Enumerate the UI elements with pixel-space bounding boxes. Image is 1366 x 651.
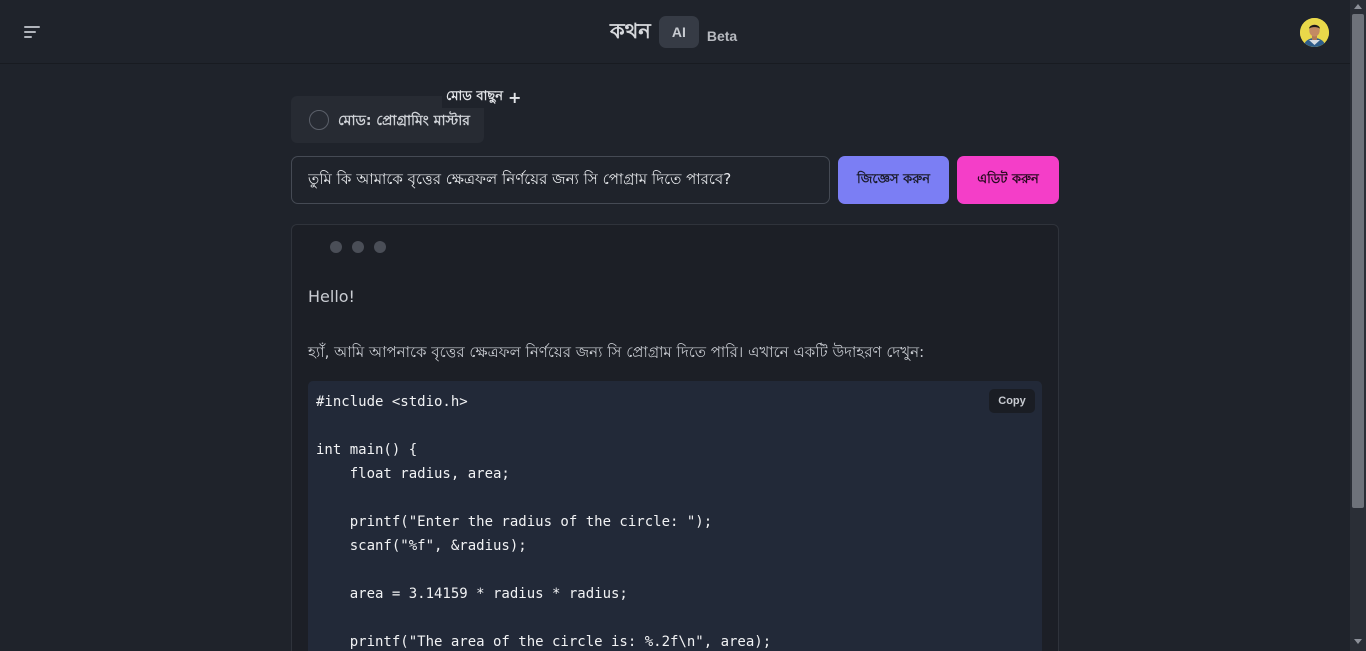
typing-dot [352,241,364,253]
hamburger-menu-icon[interactable] [24,24,40,40]
plus-icon: + [508,87,522,107]
scroll-thumb[interactable] [1352,14,1364,508]
choose-mode-button[interactable]: মোড বাছুন + [442,86,526,108]
response-greeting: Hello! [308,287,355,306]
code-block: #include <stdio.h> int main() { float ra… [308,381,1042,651]
code-content[interactable]: #include <stdio.h> int main() { float ra… [316,390,771,651]
question-input[interactable] [291,156,830,204]
response-intro: হ্যাঁ, আমি আপনাকে বৃত্তের ক্ষেত্রফল নির্… [308,343,925,361]
typing-dot [330,241,342,253]
brand-ai-badge: AI [658,16,699,48]
edit-button[interactable]: এডিট করুন [957,156,1059,204]
copy-button[interactable]: Copy [989,389,1035,413]
scroll-down-arrow-icon[interactable] [1354,639,1362,644]
typing-dot [374,241,386,253]
radio-circle-icon[interactable] [309,110,329,130]
user-avatar[interactable] [1300,18,1329,47]
brand-name: কথন [610,18,651,43]
response-card: Hello! হ্যাঁ, আমি আপনাকে বৃত্তের ক্ষেত্র… [291,224,1059,651]
avatar-image [1300,18,1329,47]
scroll-up-arrow-icon[interactable] [1354,4,1362,9]
top-header: কথন AI Beta [0,0,1350,64]
page-scrollbar[interactable] [1350,0,1366,651]
brand-logo: কথন AI Beta [610,16,737,48]
choose-mode-label: মোড বাছুন [446,88,503,104]
ask-button[interactable]: জিজ্ঞেস করুন [838,156,949,204]
app-page: কথন AI Beta মোড: প্রোগ্রামিং মাস্টার মোড… [0,0,1366,651]
current-mode-label: মোড: প্রোগ্রামিং মাস্টার [338,113,471,129]
brand-beta-label: Beta [706,28,738,44]
